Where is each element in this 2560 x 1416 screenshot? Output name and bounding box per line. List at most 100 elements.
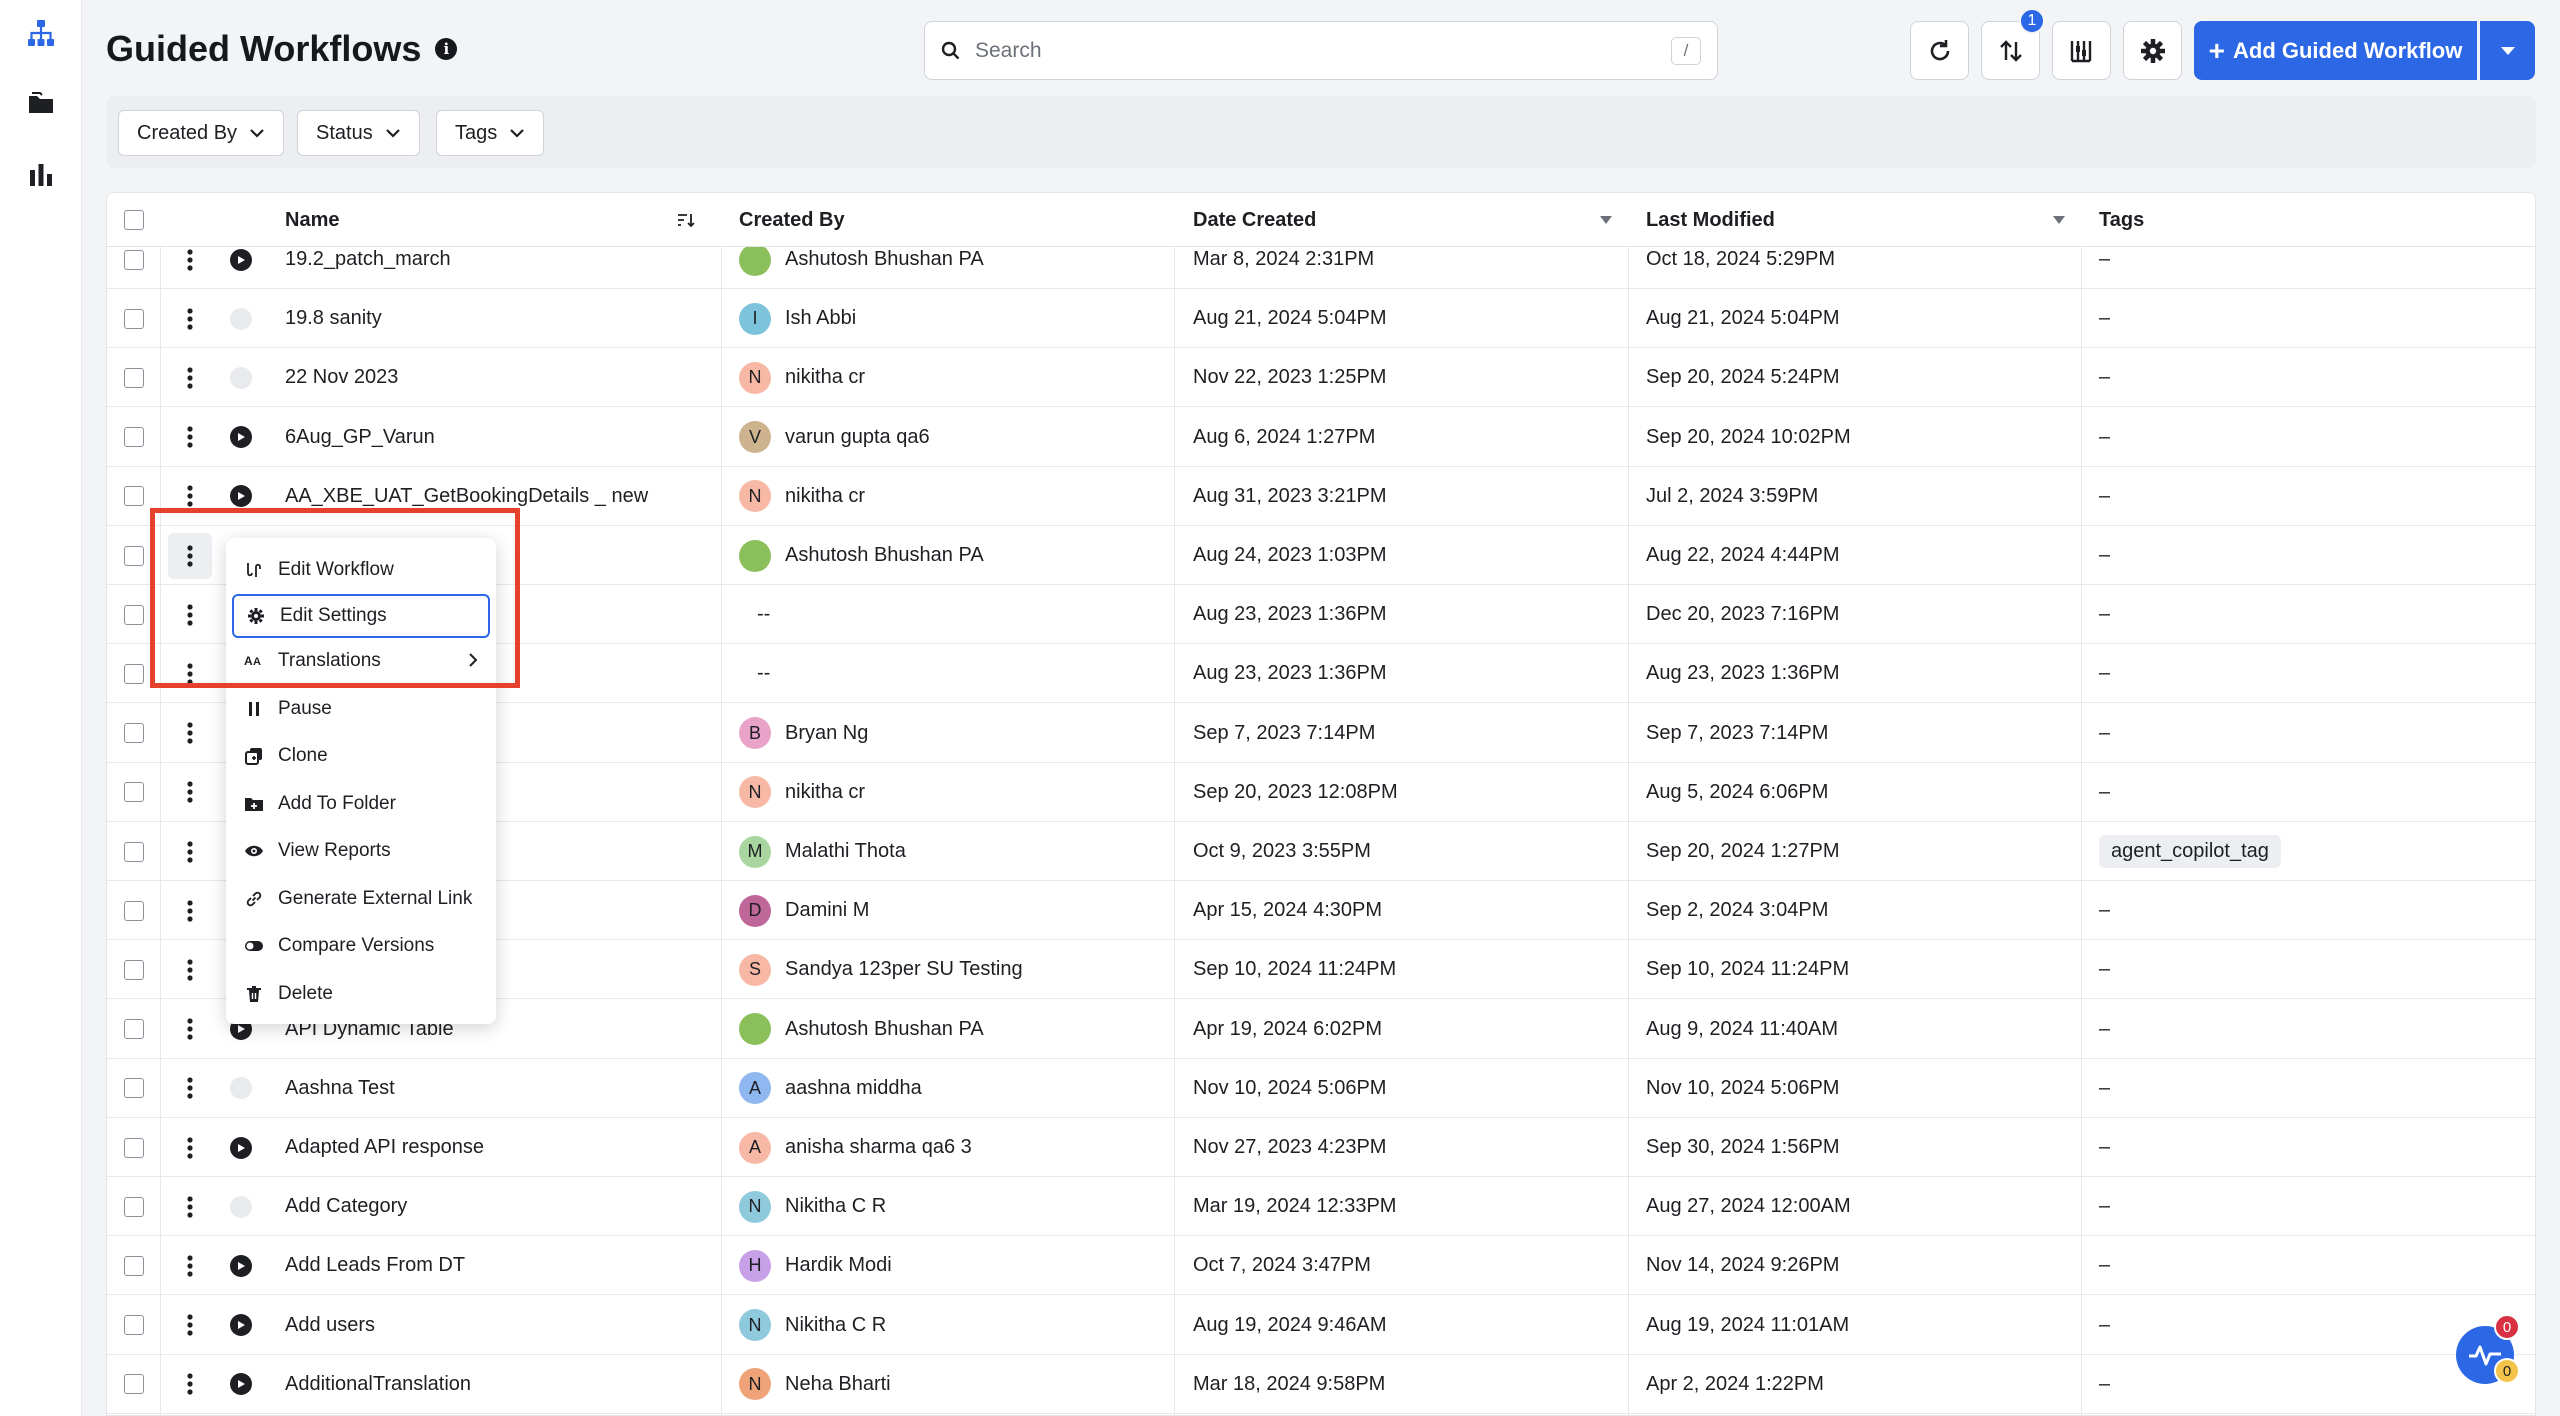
- row-checkbox[interactable]: [124, 1078, 144, 1099]
- folder-icon[interactable]: [24, 86, 58, 120]
- workflow-name[interactable]: 19.8 sanity: [285, 289, 705, 348]
- column-header-name[interactable]: Name: [285, 193, 695, 247]
- table-row[interactable]: Adapted API response Aanisha sharma qa6 …: [107, 1118, 2535, 1177]
- row-actions-button[interactable]: [173, 1187, 207, 1227]
- refresh-button[interactable]: [1910, 21, 1969, 80]
- table-row[interactable]: Add users N Nikitha C R Aug 19, 2024 9:46…: [107, 1296, 2535, 1355]
- filter-tags[interactable]: Tags: [436, 110, 545, 156]
- table-row[interactable]: Aashna Test Aaashna middha Nov 10, 2024 …: [107, 1059, 2535, 1118]
- workflow-name[interactable]: AdditionalTranslation: [285, 1355, 705, 1414]
- menu-item-generate-external-link[interactable]: Generate External Link: [226, 875, 496, 923]
- table-row[interactable]: 6Aug_GP_Varun Vvarun gupta qa6 Aug 6, 20…: [107, 408, 2535, 467]
- workflow-name[interactable]: 22 Nov 2023: [285, 348, 705, 407]
- row-actions-button[interactable]: [173, 1305, 207, 1345]
- sort-button[interactable]: 1: [1981, 8, 2045, 80]
- row-checkbox[interactable]: [124, 308, 144, 329]
- row-actions-button[interactable]: [173, 654, 207, 694]
- row-actions-button[interactable]: [173, 891, 207, 931]
- activity-widget-button[interactable]: 0 0: [2456, 1314, 2520, 1384]
- play-icon[interactable]: [230, 248, 252, 271]
- row-checkbox[interactable]: [124, 367, 144, 388]
- info-icon[interactable]: i: [435, 38, 458, 60]
- row-actions-button[interactable]: [173, 1128, 207, 1168]
- table-row[interactable]: Add Leads From DT H Hardik Modi Oct 7, 20…: [107, 1236, 2535, 1296]
- search-box[interactable]: /: [924, 21, 1718, 80]
- row-actions-button[interactable]: [173, 417, 207, 457]
- bar-chart-icon[interactable]: [24, 158, 58, 192]
- menu-item-compare-versions[interactable]: Compare Versions: [226, 923, 496, 971]
- play-icon[interactable]: [230, 1373, 252, 1396]
- select-all-checkbox[interactable]: [124, 210, 144, 230]
- workflow-name[interactable]: Add users: [285, 1296, 705, 1355]
- inactive-status-icon[interactable]: [230, 1195, 252, 1218]
- row-checkbox[interactable]: [124, 663, 144, 684]
- table-row[interactable]: Add Category N Nikitha C R Mar 19, 2024 1…: [107, 1177, 2535, 1237]
- filter-created-by[interactable]: Created By: [118, 110, 285, 156]
- workflow-name[interactable]: 6Aug_GP_Varun: [285, 408, 705, 467]
- settings-button[interactable]: [2123, 21, 2182, 80]
- row-checkbox[interactable]: [124, 900, 144, 921]
- workflow-name[interactable]: Aashna Test: [285, 1059, 705, 1118]
- row-actions-button[interactable]: [173, 476, 207, 516]
- row-checkbox[interactable]: [124, 1315, 144, 1336]
- workflow-name[interactable]: Adapted API response: [285, 1118, 705, 1177]
- menu-item-pause[interactable]: Pause: [226, 685, 496, 733]
- workflow-name[interactable]: Add Category: [285, 1177, 705, 1236]
- menu-item-edit-workflow[interactable]: Edit Workflow: [226, 546, 496, 594]
- row-actions-button[interactable]: [173, 950, 207, 990]
- row-actions-button[interactable]: [173, 772, 207, 812]
- sitemap-icon[interactable]: [24, 16, 58, 50]
- caret-down-icon[interactable]: [1599, 215, 1613, 225]
- caret-down-icon[interactable]: [2052, 215, 2066, 225]
- table-row[interactable]: 22 Nov 2023 Nnikitha cr Nov 22, 2023 1:2…: [107, 348, 2535, 408]
- row-actions-button[interactable]: [173, 1246, 207, 1286]
- inactive-status-icon[interactable]: [230, 307, 252, 330]
- row-actions-button[interactable]: [168, 532, 212, 579]
- sort-icon[interactable]: [677, 213, 695, 227]
- row-checkbox[interactable]: [124, 249, 144, 270]
- play-icon[interactable]: [230, 1254, 252, 1277]
- play-icon[interactable]: [230, 426, 252, 449]
- columns-button[interactable]: [2052, 21, 2111, 80]
- menu-item-add-to-folder[interactable]: Add To Folder: [226, 780, 496, 828]
- search-input[interactable]: [975, 38, 1671, 63]
- column-header-last-modified[interactable]: Last Modified: [1646, 193, 2066, 247]
- row-checkbox[interactable]: [124, 1137, 144, 1158]
- table-row[interactable]: AdditionalTranslation N Neha Bharti Mar 1…: [107, 1355, 2535, 1414]
- row-checkbox[interactable]: [124, 1255, 144, 1276]
- row-checkbox[interactable]: [124, 959, 144, 980]
- menu-item-edit-settings[interactable]: Edit Settings: [232, 593, 490, 638]
- menu-item-clone[interactable]: Clone: [226, 733, 496, 781]
- row-checkbox[interactable]: [124, 1374, 144, 1395]
- menu-item-delete[interactable]: Delete: [226, 970, 496, 1018]
- inactive-status-icon[interactable]: [230, 366, 252, 389]
- column-header-tags[interactable]: Tags: [2099, 193, 2144, 247]
- table-row[interactable]: 19.8 sanity I Ish Abbi Aug 21, 2024 5:04P…: [107, 289, 2535, 349]
- row-checkbox[interactable]: [124, 486, 144, 507]
- row-checkbox[interactable]: [124, 782, 144, 803]
- row-checkbox[interactable]: [124, 1019, 144, 1040]
- play-icon[interactable]: [230, 1314, 252, 1337]
- add-options-dropdown[interactable]: [2480, 21, 2535, 80]
- menu-item-translations[interactable]: AA Translations: [226, 638, 496, 686]
- play-icon[interactable]: [230, 485, 252, 508]
- column-header-created-by[interactable]: Created By: [739, 193, 845, 247]
- column-header-date-created[interactable]: Date Created: [1193, 193, 1613, 247]
- play-icon[interactable]: [230, 1136, 252, 1159]
- row-actions-button[interactable]: [173, 832, 207, 872]
- row-checkbox[interactable]: [124, 545, 144, 566]
- row-checkbox[interactable]: [124, 841, 144, 862]
- row-actions-button[interactable]: [173, 1068, 207, 1108]
- row-actions-button[interactable]: [173, 299, 207, 339]
- workflow-name[interactable]: Add Leads From DT: [285, 1236, 705, 1295]
- table-row[interactable]: AA_XBE_UAT_GetBookingDetails _ new Nniki…: [107, 467, 2535, 526]
- row-checkbox[interactable]: [124, 723, 144, 744]
- filter-status[interactable]: Status: [297, 110, 420, 156]
- menu-item-view-reports[interactable]: View Reports: [226, 828, 496, 876]
- row-actions-button[interactable]: [173, 713, 207, 753]
- workflow-name[interactable]: AA_XBE_UAT_GetBookingDetails _ new: [285, 467, 705, 526]
- inactive-status-icon[interactable]: [230, 1077, 252, 1100]
- row-checkbox[interactable]: [124, 427, 144, 448]
- row-actions-button[interactable]: [173, 1364, 207, 1404]
- row-actions-button[interactable]: [173, 595, 207, 635]
